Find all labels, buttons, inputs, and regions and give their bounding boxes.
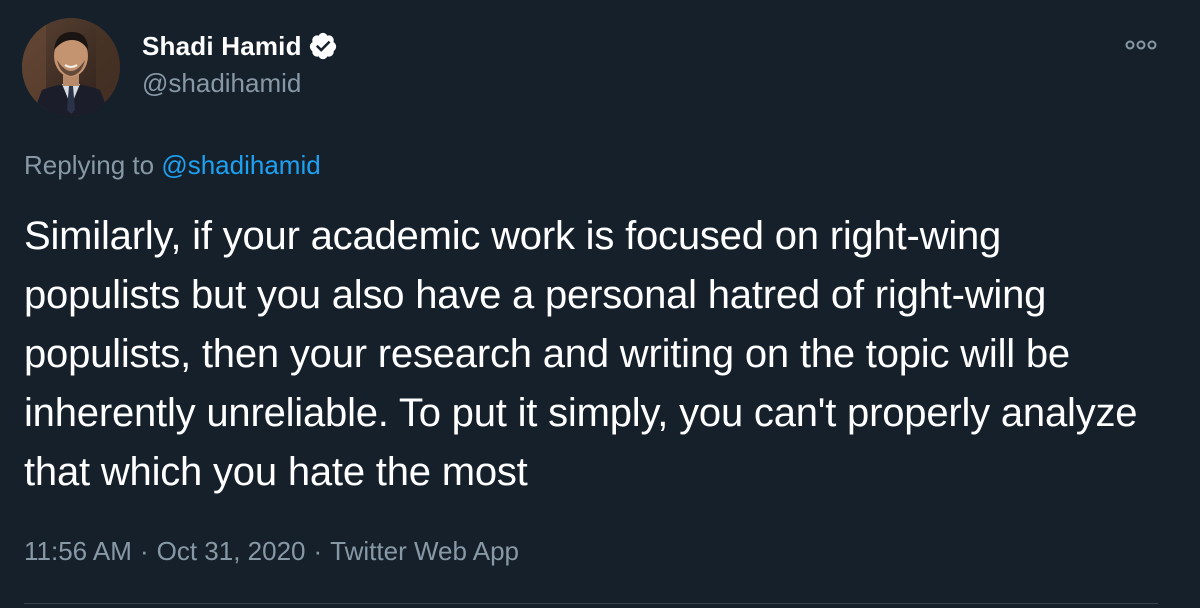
tweet-date[interactable]: Oct 31, 2020 bbox=[157, 536, 306, 567]
meta-separator: · bbox=[313, 536, 323, 566]
author-block: Shadi Hamid @shadihamid bbox=[142, 28, 338, 99]
tweet-meta: 11:56 AM · Oct 31, 2020 · Twitter Web Ap… bbox=[24, 536, 519, 567]
verified-badge-icon bbox=[308, 31, 338, 61]
reply-mention-link[interactable]: @shadihamid bbox=[161, 150, 320, 180]
tweet-text: Similarly, if your academic work is focu… bbox=[24, 214, 1138, 494]
avatar[interactable] bbox=[22, 18, 120, 116]
divider bbox=[24, 603, 1158, 604]
meta-separator: · bbox=[139, 536, 149, 566]
avatar-image bbox=[22, 18, 120, 116]
replying-to-prefix: Replying to bbox=[24, 150, 162, 180]
more-options-icon[interactable] bbox=[1124, 36, 1158, 54]
tweet-source[interactable]: Twitter Web App bbox=[330, 536, 519, 567]
author-name-row: Shadi Hamid bbox=[142, 28, 338, 64]
tweet-time[interactable]: 11:56 AM bbox=[24, 536, 132, 567]
tweet-card: Shadi Hamid @shadihamid Replying to @sha… bbox=[0, 0, 1200, 608]
author-handle[interactable]: @shadihamid bbox=[142, 68, 338, 99]
author-name[interactable]: Shadi Hamid bbox=[142, 31, 302, 62]
replying-to: Replying to @shadihamid bbox=[24, 150, 321, 181]
